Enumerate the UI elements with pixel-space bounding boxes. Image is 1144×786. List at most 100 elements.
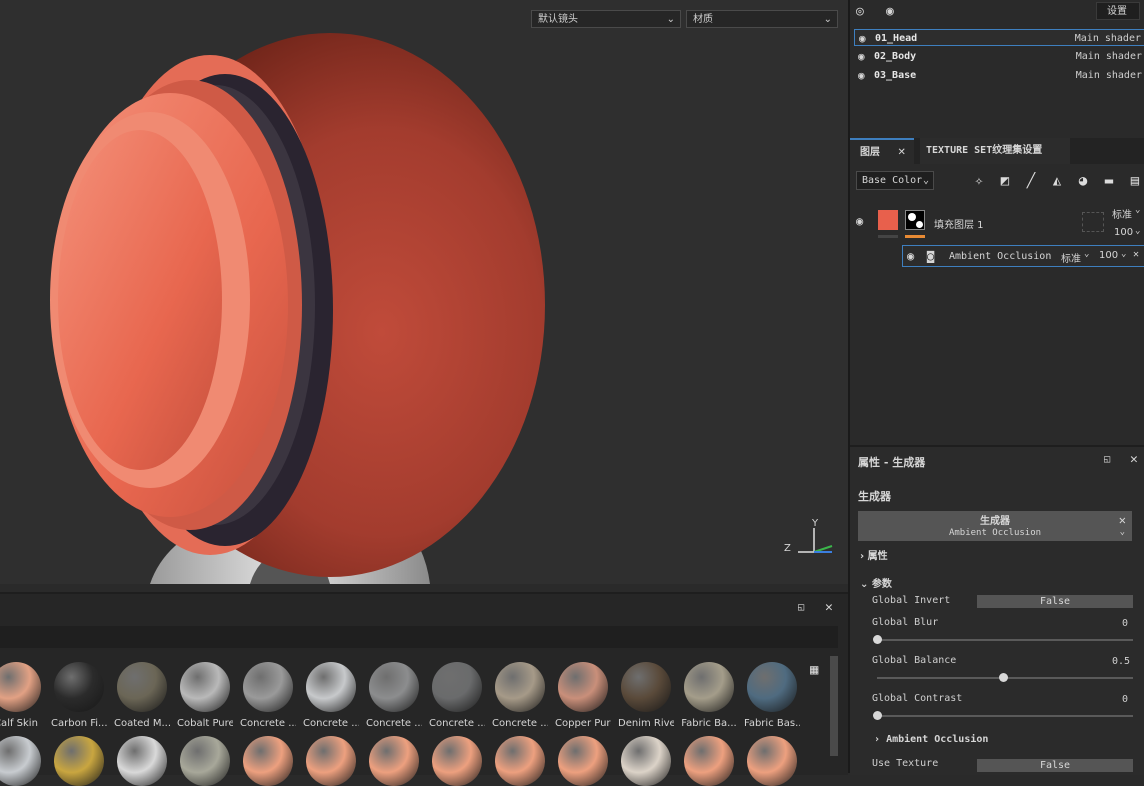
material-thumbnail[interactable]: Concrete ... <box>366 662 422 734</box>
global-blur-knob[interactable] <box>873 635 882 644</box>
model-render <box>50 33 545 584</box>
material-thumbnail[interactable]: Fabric Ba... <box>681 662 737 734</box>
material-preview-ball <box>369 662 419 712</box>
material-preview-ball <box>54 662 104 712</box>
texture-set-row[interactable]: ◉ 02_Body Main shader <box>854 48 1144 65</box>
global-contrast-label: Global Contrast <box>872 693 963 704</box>
material-preview-ball <box>369 736 419 786</box>
use-texture-toggle[interactable]: False <box>977 759 1133 772</box>
material-preview-ball <box>684 736 734 786</box>
close-icon[interactable]: ✕ <box>825 600 833 615</box>
group-attributes[interactable]: › 属性 <box>860 547 888 562</box>
generator-selector[interactable]: 生成器 Ambient Occlusion ✕ ⌄ <box>858 511 1132 541</box>
close-icon[interactable]: ✕ <box>1119 513 1126 527</box>
camera-select[interactable]: 默认镜头 ⌄ <box>531 10 681 28</box>
global-contrast-value[interactable]: 0 <box>1122 694 1128 705</box>
folder-icon[interactable]: ▬ <box>1100 172 1118 190</box>
global-invert-toggle[interactable]: False <box>977 595 1133 608</box>
effect-blend-mode[interactable]: 标准 <box>1061 250 1081 265</box>
global-contrast-slider[interactable] <box>877 715 1133 717</box>
effect-row[interactable]: ◉ ◙ Ambient Occlusion 标准 ⌄ 100 ⌄ ✕ <box>902 245 1144 267</box>
maximize-icon[interactable]: ◱ <box>798 602 804 613</box>
material-thumbnail[interactable]: Denim Rivet <box>618 662 674 734</box>
texture-set-row[interactable]: ◉ 03_Base Main shader <box>854 67 1144 84</box>
visibility-eye-icon[interactable]: ◉ <box>907 249 914 263</box>
trash-icon[interactable]: ▤ <box>1126 172 1144 190</box>
material-thumbnail[interactable] <box>555 736 611 786</box>
shelf-search-bar[interactable] <box>0 626 838 648</box>
grid-view-icon[interactable]: ▦ <box>810 662 818 678</box>
global-invert-label: Global Invert <box>872 595 951 606</box>
material-thumbnail[interactable] <box>429 736 485 786</box>
eye-icon[interactable]: ◉ <box>886 4 894 19</box>
visibility-eye-icon[interactable]: ◉ <box>858 48 865 65</box>
material-thumbnail[interactable] <box>618 736 674 786</box>
tab-texture-set-settings[interactable]: TEXTURE SET纹理集设置 <box>920 138 1070 164</box>
material-thumbnail[interactable]: Concrete ... <box>303 662 359 734</box>
generator-title: 生成器 <box>980 516 1010 527</box>
close-icon[interactable]: ✕ <box>897 147 905 158</box>
material-thumbnail[interactable] <box>744 736 800 786</box>
material-thumbnail[interactable]: Calf Skin <box>0 662 44 734</box>
view-toggle-icon[interactable]: ◎ <box>856 4 864 19</box>
global-blur-slider[interactable] <box>877 639 1133 641</box>
global-balance-value[interactable]: 0.5 <box>1112 656 1130 667</box>
material-thumbnail[interactable]: Fabric Bas... <box>744 662 800 734</box>
material-thumbnail[interactable] <box>114 736 170 786</box>
visibility-eye-icon[interactable]: ◉ <box>859 30 866 47</box>
3d-viewport[interactable]: 默认镜头 ⌄ 材质 ⌄ Y Z <box>0 0 848 584</box>
layer-blend-mode[interactable]: 标准 <box>1112 206 1132 221</box>
visibility-eye-icon[interactable]: ◉ <box>856 214 863 228</box>
smart-mask-icon[interactable]: ◩ <box>996 172 1014 190</box>
texture-set-shader[interactable]: Main shader <box>1075 30 1141 47</box>
visibility-eye-icon[interactable]: ◉ <box>858 67 865 84</box>
material-thumbnail[interactable]: Cobalt Pure <box>177 662 233 734</box>
group-params[interactable]: ⌄ 参数 <box>860 575 892 590</box>
texture-set-name: 03_Base <box>874 70 917 81</box>
material-thumbnail[interactable]: Concrete ... <box>492 662 548 734</box>
global-blur-label: Global Blur <box>872 617 939 628</box>
global-blur-value[interactable]: 0 <box>1122 618 1128 629</box>
layer-row[interactable]: ◉ 填充图层 1 标准 ⌄ 100 ⌄ <box>850 200 1144 242</box>
material-thumbnail[interactable] <box>240 736 296 786</box>
material-thumbnail[interactable]: Concrete ... <box>240 662 296 734</box>
material-thumbnail[interactable]: Concrete ... <box>429 662 485 734</box>
material-thumbnail[interactable]: Coated M... <box>114 662 170 734</box>
layer-opacity[interactable]: 100 <box>1114 227 1133 238</box>
material-thumbnail[interactable] <box>51 736 107 786</box>
close-icon[interactable]: ✕ <box>1130 452 1138 467</box>
close-icon[interactable]: ✕ <box>1133 249 1139 260</box>
layer-color-swatch[interactable] <box>878 210 898 230</box>
fill-bucket-icon[interactable]: ◭ <box>1048 172 1066 190</box>
material-thumbnail[interactable]: Copper Pure <box>555 662 611 734</box>
layer-mask-thumbnail[interactable] <box>905 210 925 230</box>
texture-set-shader[interactable]: Main shader <box>1076 48 1142 65</box>
magic-wand-icon[interactable]: ✧ <box>970 172 988 190</box>
global-contrast-knob[interactable] <box>873 711 882 720</box>
palette-icon[interactable]: ◕ <box>1074 172 1092 190</box>
maximize-icon[interactable]: ◱ <box>1104 454 1110 465</box>
material-preview-ball <box>747 662 797 712</box>
material-label: Fabric Bas... <box>744 718 800 729</box>
global-balance-knob[interactable] <box>999 673 1008 682</box>
material-thumbnail[interactable] <box>492 736 548 786</box>
effect-opacity[interactable]: 100 <box>1099 250 1118 261</box>
material-select[interactable]: 材质 ⌄ <box>686 10 838 28</box>
texture-set-shader[interactable]: Main shader <box>1076 67 1142 84</box>
material-thumbnail[interactable] <box>177 736 233 786</box>
material-thumbnail[interactable] <box>0 736 44 786</box>
tab-layers[interactable]: 图层 ✕ <box>850 138 914 164</box>
chevron-down-icon: ⌄ <box>666 14 675 25</box>
material-preview-ball <box>432 736 482 786</box>
paint-brush-icon[interactable]: ╱ <box>1022 172 1040 190</box>
material-thumbnail[interactable] <box>366 736 422 786</box>
group-ambient-occlusion[interactable]: › Ambient Occlusion <box>874 734 988 745</box>
material-thumbnail[interactable]: Carbon Fi... <box>51 662 107 734</box>
material-preview-ball <box>306 736 356 786</box>
shelf-scrollbar[interactable] <box>830 656 838 756</box>
material-thumbnail[interactable] <box>303 736 359 786</box>
texture-set-row[interactable]: ◉ 01_Head Main shader <box>854 29 1144 46</box>
channel-select[interactable]: Base Color ⌄ <box>856 171 934 190</box>
material-thumbnail[interactable] <box>681 736 737 786</box>
settings-select[interactable]: 设置⌄ <box>1096 2 1140 35</box>
